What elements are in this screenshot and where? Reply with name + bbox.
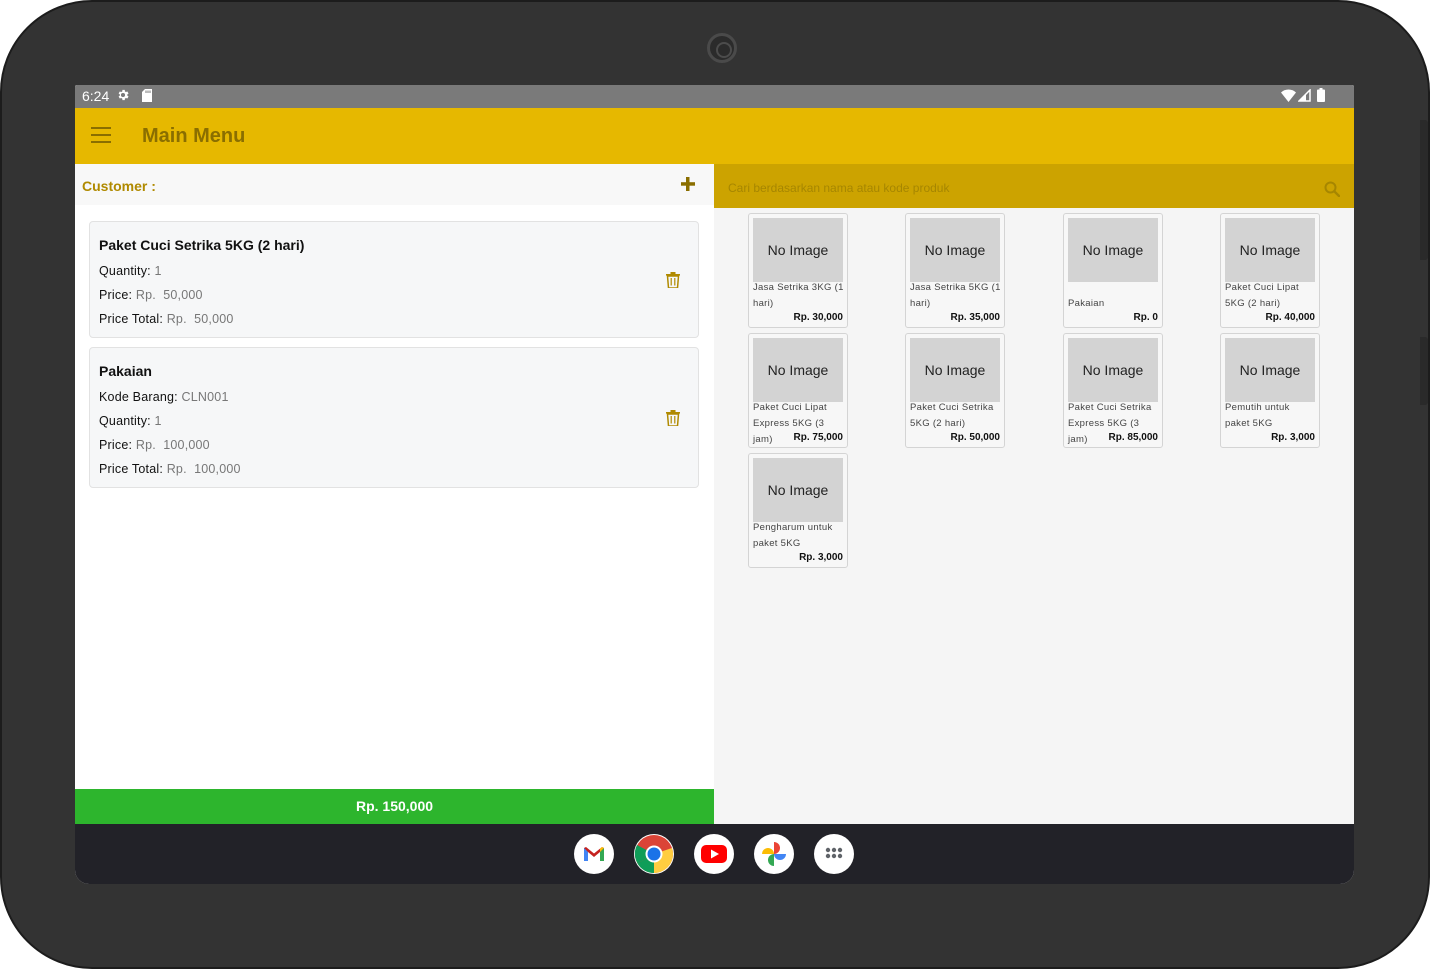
- product-image-placeholder: No Image: [753, 458, 843, 522]
- gmail-icon[interactable]: [574, 834, 614, 874]
- search-bar: [714, 164, 1354, 208]
- product-card[interactable]: No Image Pengharum untuk paket 5KG Rp. 3…: [748, 453, 848, 568]
- product-name: Pemutih untuk paket 5KG: [1225, 402, 1290, 429]
- product-card[interactable]: No Image Jasa Setrika 3KG (1 hari) Rp. 3…: [748, 213, 848, 328]
- settings-gear-icon: [118, 89, 129, 101]
- product-image-placeholder: No Image: [1068, 218, 1158, 282]
- app-bar: Main Menu: [75, 108, 1354, 164]
- product-name: Paket Cuci Lipat 5KG (2 hari): [1225, 282, 1299, 309]
- status-time: 6:24: [82, 88, 110, 104]
- power-button: [1420, 120, 1428, 260]
- product-image-placeholder: No Image: [1068, 338, 1158, 402]
- product-price: Rp. 40,000: [1265, 312, 1315, 323]
- cart-item[interactable]: Paket Cuci Setrika 5KG (2 hari) Quantity…: [89, 221, 699, 338]
- delete-trash-icon[interactable]: [666, 410, 680, 426]
- wifi-icon: [1281, 89, 1296, 102]
- menu-icon[interactable]: [91, 127, 111, 143]
- product-image-placeholder: No Image: [753, 218, 843, 282]
- product-price: Rp. 0: [1133, 312, 1158, 323]
- quantity-value: 1: [154, 264, 162, 278]
- checkout-total-button[interactable]: Rp. 150,000: [75, 789, 714, 824]
- total-label: Price Total:: [99, 312, 164, 326]
- search-input[interactable]: [728, 181, 1288, 195]
- photos-icon[interactable]: [754, 834, 794, 874]
- product-card[interactable]: No Image Paket Cuci Setrika Express 5KG …: [1063, 333, 1163, 448]
- product-price: Rp. 30,000: [793, 312, 843, 323]
- product-name: Pakaian: [1068, 298, 1105, 309]
- product-image-placeholder: No Image: [910, 218, 1000, 282]
- product-image-placeholder: No Image: [1225, 218, 1315, 282]
- add-customer-plus-icon[interactable]: [680, 176, 696, 192]
- screen: 6:24 Main Menu Customer : Paket Cuci Set…: [75, 85, 1354, 884]
- cart-item-name: Pakaian: [99, 363, 152, 379]
- quantity-label: Quantity:: [99, 414, 151, 428]
- cart-item-quantity: Quantity: 1: [99, 264, 162, 278]
- app-drawer-icon[interactable]: [814, 834, 854, 874]
- customer-bar[interactable]: Customer :: [75, 164, 714, 205]
- cart-item-price: Price: Rp. 50,000: [99, 288, 203, 302]
- code-value: CLN001: [181, 390, 229, 404]
- battery-icon: [1317, 88, 1325, 102]
- total-label: Price Total:: [99, 462, 164, 476]
- camera-icon: [707, 33, 737, 63]
- status-bar: 6:24: [75, 85, 1354, 108]
- sd-card-icon: [142, 89, 152, 102]
- total-value: Rp. 100,000: [166, 462, 241, 476]
- product-name: Jasa Setrika 5KG (1 hari): [910, 282, 1001, 309]
- product-card[interactable]: No Image Paket Cuci Setrika 5KG (2 hari)…: [905, 333, 1005, 448]
- product-card[interactable]: No Image Pakaian Rp. 0: [1063, 213, 1163, 328]
- cart-item-total: Price Total: Rp. 50,000: [99, 312, 234, 326]
- product-price: Rp. 3,000: [1271, 432, 1315, 443]
- cart-item-price: Price: Rp. 100,000: [99, 438, 210, 452]
- product-price: Rp. 85,000: [1108, 432, 1158, 443]
- page-title: Main Menu: [142, 125, 246, 147]
- total-value: Rp. 50,000: [166, 312, 234, 326]
- tablet-frame: 6:24 Main Menu Customer : Paket Cuci Set…: [0, 0, 1430, 969]
- product-image-placeholder: No Image: [753, 338, 843, 402]
- product-image-placeholder: No Image: [1225, 338, 1315, 402]
- product-price: Rp. 50,000: [950, 432, 1000, 443]
- cart-item-quantity: Quantity: 1: [99, 414, 162, 428]
- product-card[interactable]: No Image Paket Cuci Lipat 5KG (2 hari) R…: [1220, 213, 1320, 328]
- price-label: Price:: [99, 288, 133, 302]
- product-name: Paket Cuci Setrika 5KG (2 hari): [910, 402, 994, 429]
- quantity-label: Quantity:: [99, 264, 151, 278]
- cart-item-total: Price Total: Rp. 100,000: [99, 462, 241, 476]
- product-name: Pengharum untuk paket 5KG: [753, 522, 833, 549]
- product-price: Rp. 35,000: [950, 312, 1000, 323]
- product-pane: No Image Jasa Setrika 3KG (1 hari) Rp. 3…: [714, 164, 1354, 824]
- customer-label: Customer :: [82, 178, 156, 194]
- code-label: Kode Barang:: [99, 390, 178, 404]
- quantity-value: 1: [154, 414, 162, 428]
- delete-trash-icon[interactable]: [666, 272, 680, 288]
- product-price: Rp. 3,000: [799, 552, 843, 563]
- price-value: Rp. 50,000: [135, 288, 203, 302]
- cart-item-code: Kode Barang: CLN001: [99, 390, 229, 404]
- youtube-icon[interactable]: [694, 834, 734, 874]
- signal-icon: [1298, 89, 1311, 102]
- cart-item[interactable]: Pakaian Kode Barang: CLN001 Quantity: 1 …: [89, 347, 699, 488]
- product-card[interactable]: No Image Jasa Setrika 5KG (1 hari) Rp. 3…: [905, 213, 1005, 328]
- product-card[interactable]: No Image Pemutih untuk paket 5KG Rp. 3,0…: [1220, 333, 1320, 448]
- cart-pane: Customer : Paket Cuci Setrika 5KG (2 har…: [75, 164, 714, 824]
- price-label: Price:: [99, 438, 133, 452]
- search-icon[interactable]: [1324, 181, 1340, 197]
- cart-item-name: Paket Cuci Setrika 5KG (2 hari): [99, 237, 305, 253]
- product-card[interactable]: No Image Paket Cuci Lipat Express 5KG (3…: [748, 333, 848, 448]
- product-image-placeholder: No Image: [910, 338, 1000, 402]
- chrome-icon[interactable]: [634, 834, 674, 874]
- volume-button: [1420, 337, 1428, 405]
- product-name: Jasa Setrika 3KG (1 hari): [753, 282, 844, 309]
- taskbar-dock: [75, 824, 1354, 884]
- price-value: Rp. 100,000: [135, 438, 210, 452]
- product-price: Rp. 75,000: [793, 432, 843, 443]
